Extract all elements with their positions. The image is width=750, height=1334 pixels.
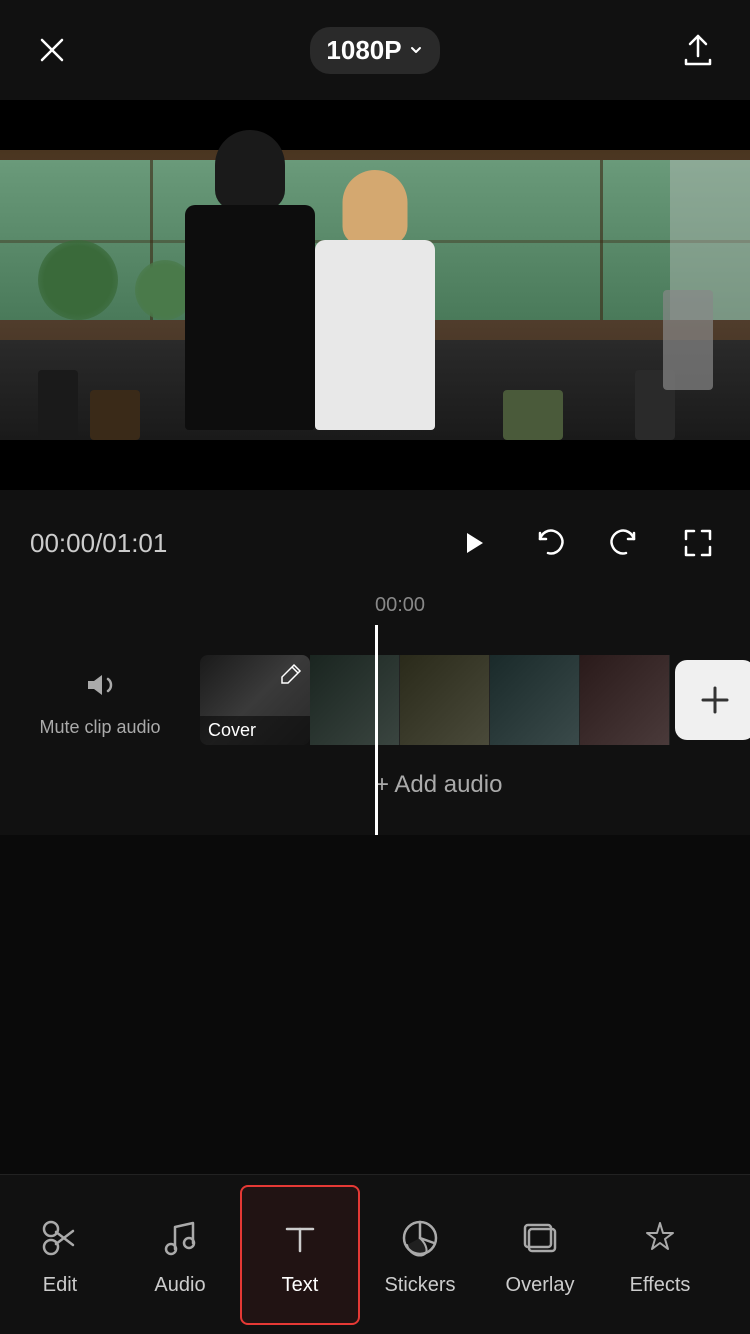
stickers-label: Stickers [384, 1274, 455, 1297]
edit-pencil-icon [280, 661, 304, 690]
text-T-icon [274, 1212, 326, 1264]
add-clip-button[interactable] [675, 660, 750, 740]
scissors-icon [34, 1212, 86, 1264]
time-display: 00:00/01:01 [30, 528, 167, 559]
scene-content [0, 100, 750, 490]
resolution-selector[interactable]: 1080P [310, 27, 439, 74]
toolbar-item-overlay[interactable]: Overlay [480, 1185, 600, 1325]
toolbar-item-edit[interactable]: Edit [0, 1185, 120, 1325]
track-left-controls: Mute clip audio [0, 660, 200, 739]
cover-thumbnail[interactable]: Cover [200, 655, 310, 745]
ruler-mark-0: 00:00 [375, 594, 425, 617]
resolution-value: 1080P [326, 35, 401, 66]
mute-label: Mute clip audio [39, 716, 160, 739]
timeline-tracks: Mute clip audio Cover [0, 625, 750, 835]
toolbar-item-filter[interactable]: Filter [720, 1185, 750, 1325]
cover-label: Cover [208, 720, 256, 741]
overlay-label: Overlay [506, 1274, 575, 1297]
cover-overlay: Cover [200, 716, 310, 745]
toolbar-item-audio[interactable]: Audio [120, 1185, 240, 1325]
toolbar-item-text[interactable]: Text [240, 1185, 360, 1325]
sticker-icon [394, 1212, 446, 1264]
text-label: Text [282, 1274, 319, 1297]
playhead [375, 625, 378, 835]
toolbar-item-stickers[interactable]: Stickers [360, 1185, 480, 1325]
clip-frame-4 [580, 655, 670, 745]
clip-frame-1 [310, 655, 400, 745]
video-clip [310, 655, 670, 745]
top-bar: 1080P [0, 0, 750, 100]
toolbar-item-effects[interactable]: Effects [600, 1185, 720, 1325]
timeline-section: 00:00/01:01 [0, 490, 750, 835]
audio-label: Audio [154, 1274, 205, 1297]
effects-label: Effects [630, 1274, 691, 1297]
timeline-controls: 00:00/01:01 [0, 500, 750, 586]
add-audio-label: + Add audio [375, 771, 502, 799]
close-button[interactable] [30, 28, 74, 72]
mute-icon[interactable] [75, 660, 125, 710]
blender [663, 290, 713, 390]
export-button[interactable] [676, 28, 720, 72]
fullscreen-button[interactable] [676, 521, 720, 565]
person-2 [300, 170, 450, 430]
control-buttons [448, 518, 720, 568]
black-bar-top [0, 100, 750, 150]
music-note-icon [154, 1212, 206, 1264]
timeline-ruler: 00:00 00:02 [0, 586, 750, 625]
edit-label: Edit [43, 1274, 77, 1297]
redo-button[interactable] [602, 521, 646, 565]
video-preview [0, 100, 750, 490]
black-bar-bottom [0, 440, 750, 490]
effects-icon [634, 1212, 686, 1264]
clip-frame-2 [400, 655, 490, 745]
play-button[interactable] [448, 518, 498, 568]
clip-frame-3 [490, 655, 580, 745]
bottom-toolbar: Edit Audio Text [0, 1174, 750, 1334]
undo-button[interactable] [528, 521, 572, 565]
overlay-icon [514, 1212, 566, 1264]
